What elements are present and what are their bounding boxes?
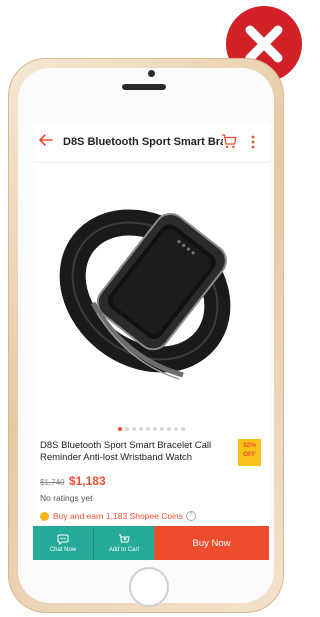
cart-icon[interactable] [221, 133, 237, 149]
bottom-action-bar: Chat Now Add to Cart Buy Now [33, 526, 269, 560]
original-price: $1,740 [40, 478, 65, 487]
discount-percent: 32% [242, 442, 256, 449]
discount-badge: 32% OFF [238, 439, 261, 466]
product-image[interactable] [33, 163, 269, 413]
page-title: D8S Bluetooth Sport Smart Bra... [63, 136, 223, 148]
more-vertical-icon[interactable] [251, 134, 255, 150]
add-to-cart-label: Add to Cart [108, 546, 140, 553]
price-row: $1,740 $1,183 [40, 472, 106, 490]
app-screen: D8S Bluetooth Sport Smart Bra... D8S Blu… [33, 122, 269, 560]
chat-now-button[interactable]: Chat Now [33, 526, 93, 560]
coin-icon [40, 511, 49, 521]
top-bar: D8S Bluetooth Sport Smart Bra... [33, 122, 269, 163]
chat-icon [57, 534, 69, 545]
image-carousel-indicator [33, 418, 269, 431]
coins-info[interactable]: Buy and earn 1,183 Shopee Coins ? [40, 511, 196, 521]
ratings-text: No ratings yet [40, 493, 93, 503]
coins-text: Buy and earn 1,183 Shopee Coins [53, 511, 183, 521]
speaker-icon [122, 84, 166, 90]
home-button[interactable] [129, 567, 169, 607]
help-icon[interactable]: ? [185, 511, 196, 521]
camera-icon [148, 70, 155, 77]
product-name: D8S Bluetooth Sport Smart Bracelet Call … [40, 440, 212, 463]
buy-now-button[interactable]: Buy Now [154, 526, 269, 560]
chat-now-label: Chat Now [49, 546, 77, 553]
add-cart-icon [119, 534, 130, 542]
add-to-cart-button[interactable]: Add to Cart [93, 526, 154, 560]
sale-price: $1,183 [68, 474, 106, 488]
discount-label: OFF [243, 451, 256, 458]
arrow-left-icon[interactable] [35, 133, 57, 151]
